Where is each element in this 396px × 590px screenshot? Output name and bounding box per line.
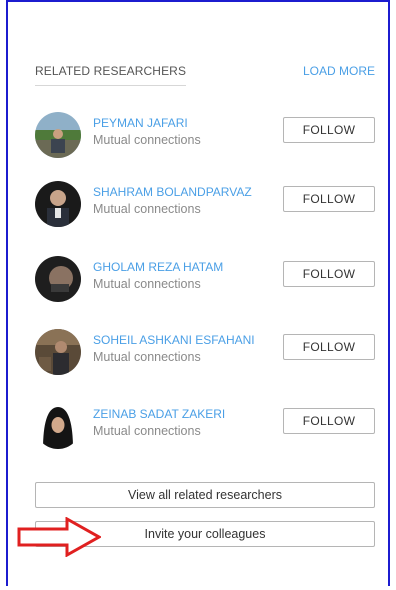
section-title: RELATED RESEARCHERS (35, 64, 187, 86)
right-arrow-icon (17, 516, 103, 562)
follow-button[interactable]: FOLLOW (283, 261, 375, 287)
view-all-researchers-button[interactable]: View all related researchers (35, 482, 375, 508)
researcher-name[interactable]: ZEINAB SADAT ZAKERI (93, 407, 225, 421)
avatar[interactable] (35, 181, 81, 227)
researcher-item: ZEINAB SADAT ZAKERI Mutual connections F… (35, 403, 375, 453)
mutual-connections-label: Mutual connections (93, 350, 201, 364)
avatar[interactable] (35, 403, 81, 449)
researcher-item: PEYMAN JAFARI Mutual connections FOLLOW (35, 112, 375, 162)
researcher-name[interactable]: SOHEIL ASHKANI ESFAHANI (93, 333, 255, 347)
researcher-name[interactable]: PEYMAN JAFARI (93, 116, 188, 130)
researcher-name[interactable]: SHAHRAM BOLANDPARVAZ (93, 185, 252, 199)
researcher-item: SOHEIL ASHKANI ESFAHANI Mutual connectio… (35, 329, 375, 379)
avatar[interactable] (35, 112, 81, 158)
load-more-link[interactable]: LOAD MORE (303, 64, 375, 78)
mutual-connections-label: Mutual connections (93, 277, 201, 291)
follow-button[interactable]: FOLLOW (283, 186, 375, 212)
researcher-item: SHAHRAM BOLANDPARVAZ Mutual connections … (35, 181, 375, 231)
researcher-item: GHOLAM REZA HATAM Mutual connections FOL… (35, 256, 375, 306)
mutual-connections-label: Mutual connections (93, 133, 201, 147)
follow-button[interactable]: FOLLOW (283, 334, 375, 360)
mutual-connections-label: Mutual connections (93, 202, 201, 216)
follow-button[interactable]: FOLLOW (283, 408, 375, 434)
avatar[interactable] (35, 329, 81, 375)
mutual-connections-label: Mutual connections (93, 424, 201, 438)
related-researchers-header: RELATED RESEARCHERS LOAD MORE (35, 64, 375, 88)
avatar[interactable] (35, 256, 81, 302)
researcher-name[interactable]: GHOLAM REZA HATAM (93, 260, 223, 274)
follow-button[interactable]: FOLLOW (283, 117, 375, 143)
